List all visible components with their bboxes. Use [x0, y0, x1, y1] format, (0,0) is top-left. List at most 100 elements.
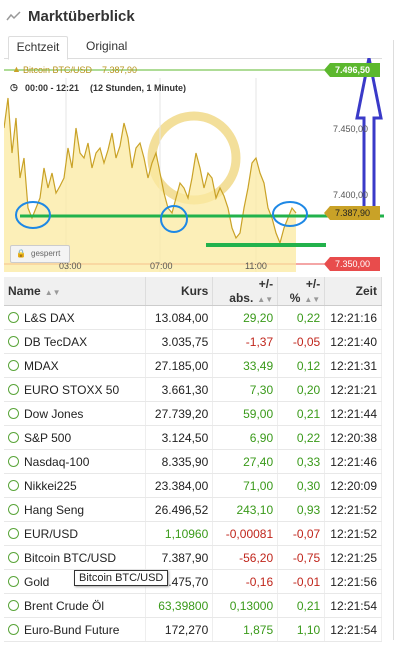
- abs-change-cell: 27,40: [212, 449, 279, 474]
- current-price-label: 7.387,90: [335, 208, 371, 218]
- scroll-divider: [393, 40, 394, 640]
- clock-icon: [8, 335, 19, 347]
- pct-change-cell: 0,30: [277, 473, 326, 498]
- abs-change-cell: 243,10: [212, 497, 279, 522]
- instrument-name[interactable]: Gold: [24, 575, 49, 589]
- range-time: 00:00 - 12:21: [25, 83, 80, 93]
- lock-button[interactable]: 🔒 gesperrt: [10, 245, 70, 263]
- sort-icon[interactable]: ▲▼: [257, 295, 273, 304]
- instrument-cell[interactable]: Dow Jones: [4, 401, 146, 426]
- instrument-cell[interactable]: DB TecDAX: [4, 329, 146, 354]
- clock-icon: ◷: [10, 82, 18, 92]
- tab-original[interactable]: Original: [86, 36, 127, 58]
- clock-icon: [8, 383, 19, 395]
- price-cell: 172,270: [145, 617, 214, 642]
- table-row[interactable]: Nasdaq-100 8.335,90 27,40 0,33 12:21:46: [4, 449, 382, 474]
- clock-icon: [8, 431, 19, 443]
- instrument-cell[interactable]: EUR/USD: [4, 521, 146, 546]
- abs-change-cell: 33,49: [212, 353, 279, 378]
- column-header-zeit[interactable]: Zeit: [324, 277, 382, 306]
- tab-echtzeit[interactable]: Echtzeit: [8, 36, 68, 60]
- instrument-name[interactable]: S&P 500: [24, 431, 71, 445]
- instrument-cell[interactable]: S&P 500: [4, 425, 146, 450]
- instrument-cell[interactable]: Euro-Bund Future: [4, 617, 146, 642]
- pct-change-cell: 1,10: [277, 617, 326, 642]
- abs-change-cell: -0,00081: [212, 521, 279, 546]
- instrument-cell[interactable]: Bitcoin BTC/USD: [4, 545, 146, 570]
- widget-header: Marktüberblick: [0, 0, 403, 34]
- table-header-row: Name ▲▼ Kurs +/- abs. ▲▼ +/- % ▲▼ Zeit: [4, 277, 382, 306]
- instrument-cell[interactable]: Brent Crude Öl: [4, 593, 146, 618]
- instrument-name[interactable]: Euro-Bund Future: [24, 623, 119, 637]
- pct-change-cell: -0,75: [277, 545, 326, 570]
- pct-change-cell: -0,01: [277, 569, 326, 594]
- column-header-abs[interactable]: +/- abs. ▲▼: [212, 277, 279, 306]
- time-cell: 12:21:56: [324, 569, 382, 594]
- instrument-name[interactable]: Nasdaq-100: [24, 455, 89, 469]
- instrument-name[interactable]: MDAX: [24, 359, 59, 373]
- table-row[interactable]: DB TecDAX 3.035,75 -1,37 -0,05 12:21:40: [4, 329, 382, 354]
- abs-change-cell: 1,875: [212, 617, 279, 642]
- x-tick-label: 07:00: [150, 261, 173, 271]
- price-cell: 63,39800: [145, 593, 214, 618]
- instrument-name[interactable]: EURO STOXX 50: [24, 383, 119, 397]
- table-row[interactable]: Brent Crude Öl 63,39800 0,13000 0,21 12:21:5…: [4, 593, 382, 618]
- clock-icon: [8, 551, 19, 563]
- table-row[interactable]: Gold 1.475,70 -0,16 -0,01 12:21:56: [4, 569, 382, 594]
- table-row[interactable]: L&S DAX 13.084,00 29,20 0,22 12:21:16: [4, 305, 382, 330]
- column-header-kurs[interactable]: Kurs: [145, 277, 214, 306]
- instrument-name[interactable]: EUR/USD: [24, 527, 78, 541]
- chart-line-icon: [6, 11, 21, 21]
- instrument-name[interactable]: Bitcoin BTC/USD: [24, 551, 116, 565]
- time-cell: 12:21:52: [324, 497, 382, 522]
- table-row[interactable]: MDAX 27.185,00 33,49 0,12 12:21:31: [4, 353, 382, 378]
- column-header-pct[interactable]: +/- % ▲▼: [277, 277, 326, 306]
- instrument-cell[interactable]: Nikkei225: [4, 473, 146, 498]
- instrument-name[interactable]: Dow Jones: [24, 407, 83, 421]
- instrument-cell[interactable]: EURO STOXX 50: [4, 377, 146, 402]
- pct-change-cell: 0,33: [277, 449, 326, 474]
- clock-icon: [8, 359, 19, 371]
- instrument-marker: ▲: [12, 64, 21, 74]
- price-cell: 1,10960: [145, 521, 214, 546]
- instrument-name[interactable]: Brent Crude Öl: [24, 599, 104, 613]
- table-row[interactable]: S&P 500 3.124,50 6,90 0,22 12:20:38: [4, 425, 382, 450]
- abs-change-cell: -56,20: [212, 545, 279, 570]
- instrument-name[interactable]: L&S DAX: [24, 311, 75, 325]
- sort-icon[interactable]: ▲▼: [45, 288, 61, 297]
- price-cell: 23.384,00: [145, 473, 214, 498]
- table-row[interactable]: Nikkei225 23.384,00 71,00 0,30 12:20:09: [4, 473, 382, 498]
- instrument-cell[interactable]: L&S DAX: [4, 305, 146, 330]
- table-row[interactable]: EUR/USD 1,10960 -0,00081 -0,07 12:21:52: [4, 521, 382, 546]
- instrument-name[interactable]: Nikkei225: [24, 479, 77, 493]
- table-row[interactable]: EURO STOXX 50 3.661,30 7,30 0,20 12:21:21: [4, 377, 382, 402]
- instrument-name: Bitcoin BTC/USD: [23, 65, 93, 75]
- instrument-cell[interactable]: MDAX: [4, 353, 146, 378]
- instrument-cell[interactable]: Nasdaq-100: [4, 449, 146, 474]
- abs-change-cell: 71,00: [212, 473, 279, 498]
- time-cell: 12:21:54: [324, 617, 382, 642]
- instrument-price: 7.387,90: [102, 65, 138, 75]
- high-price-label: 7.496,50: [335, 65, 371, 75]
- clock-icon: [8, 455, 19, 467]
- time-cell: 12:21:44: [324, 401, 382, 426]
- instrument-name[interactable]: Hang Seng: [24, 503, 84, 517]
- table-row[interactable]: Euro-Bund Future 172,270 1,875 1,10 12:21:54: [4, 617, 382, 642]
- price-cell: 3.035,75: [145, 329, 214, 354]
- instrument-cell[interactable]: Hang Seng: [4, 497, 146, 522]
- table-row[interactable]: Bitcoin BTC/USD 7.387,90 -56,20 -0,75 12:21:…: [4, 545, 382, 570]
- table-row[interactable]: Dow Jones 27.739,20 59,00 0,21 12:21:44: [4, 401, 382, 426]
- abs-change-cell: -0,16: [212, 569, 279, 594]
- price-cell: 26.496,52: [145, 497, 214, 522]
- sort-icon[interactable]: ▲▼: [304, 295, 320, 304]
- y-tick-label: 7.450,00: [333, 124, 369, 134]
- time-cell: 12:21:52: [324, 521, 382, 546]
- table-row[interactable]: Hang Seng 26.496,52 243,10 0,93 12:21:52: [4, 497, 382, 522]
- column-header-name[interactable]: Name ▲▼: [4, 277, 146, 306]
- instrument-name[interactable]: DB TecDAX: [24, 335, 87, 349]
- price-chart[interactable]: ▲ Bitcoin BTC/USD 7.387,90 ◷ 00:00 - 12:…: [4, 58, 384, 274]
- clock-icon: [8, 311, 19, 323]
- pct-change-cell: 0,22: [277, 305, 326, 330]
- price-cell: 3.661,30: [145, 377, 214, 402]
- time-cell: 12:20:38: [324, 425, 382, 450]
